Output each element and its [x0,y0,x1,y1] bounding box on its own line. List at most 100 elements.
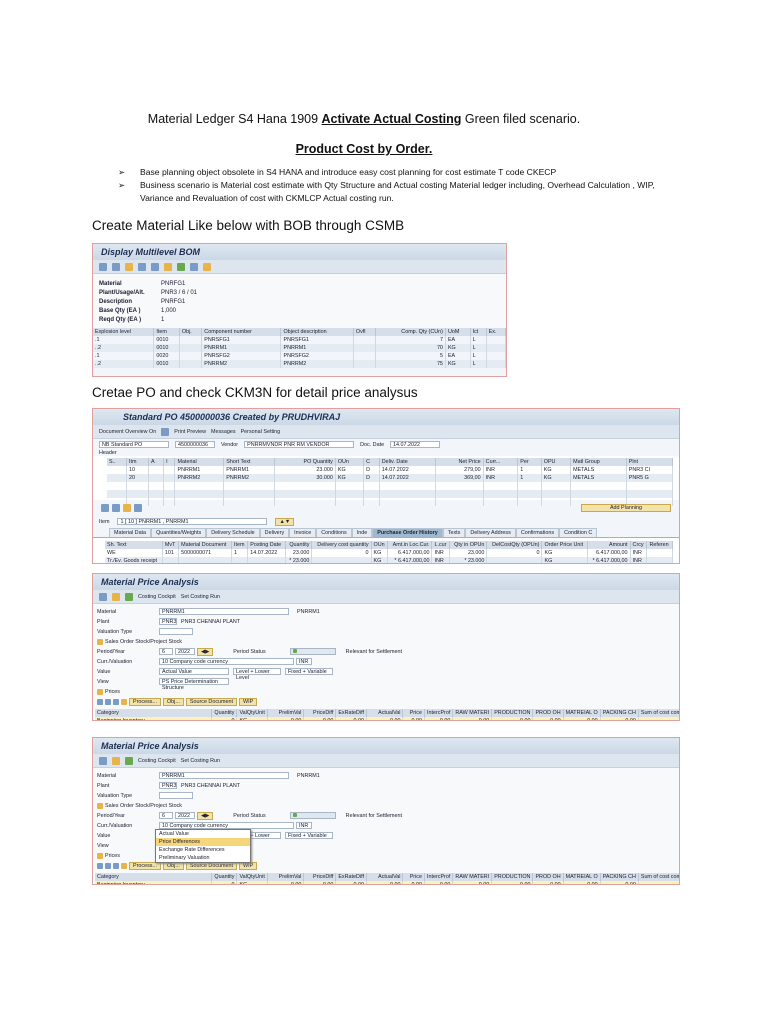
filter-icon[interactable] [99,262,107,271]
column-header[interactable]: Price [402,873,425,881]
column-header[interactable]: PrelimVal [267,873,305,881]
tab-item[interactable]: Conditions [316,528,352,537]
dropdown-option[interactable]: Actual Value [156,830,250,838]
column-header[interactable]: Plnt [626,458,674,466]
column-header[interactable]: Sum of cost components [638,709,679,717]
tab-item[interactable]: Quantities/Weights [151,528,207,537]
column-header[interactable]: RAW MATERI [452,709,493,717]
column-header[interactable]: ValQtyUnit [236,709,268,717]
column-header[interactable]: Amount [587,541,631,549]
add-planning-button[interactable]: Add Planning [581,504,671,512]
document-overview-button[interactable]: Document Overview On [99,429,156,435]
mpa-tool-button[interactable]: Obj... [162,697,184,706]
vendor-field[interactable]: PNRRMVNDR PNR RM VENDOR [244,441,355,448]
nav-icon[interactable] [203,262,211,271]
prev-period-button[interactable]: ◀▶ [197,647,214,656]
print-icon[interactable] [113,862,119,869]
table-row[interactable]: .1 0010 PNRSFG1 PNRSFG1 7 EA L [93,336,506,344]
dropdown-option[interactable]: Exchange Rate Differences [156,846,250,854]
table-row[interactable]: 10 PNRRM1 PNRRM1 23.000 KG D 14.07.2022 279,00 I… [107,466,674,474]
collapse-icon[interactable] [105,862,111,869]
table-row[interactable]: WE 101 5000000071 1 14.07.2022 23.000 0 KG 6.417… [105,549,673,557]
mpa-tool-button[interactable]: WIP [239,697,258,706]
item-select[interactable]: 1 [ 10 ] PNRRM1 , PNRRM1 [117,518,268,525]
column-header[interactable]: Comp. Qty (CUn) [375,328,446,336]
new-icon[interactable] [161,427,170,436]
table-row[interactable]: Beginning Inventory 0 KG 0,00 0,00 0,00 0,00 0,… [95,881,679,884]
column-header[interactable]: L.cur [431,541,451,549]
column-header[interactable]: Per [517,458,542,466]
costing-cockpit-button[interactable]: Costing Cockpit [138,758,176,764]
column-header[interactable]: IntercProf [424,873,454,881]
tab-item[interactable]: Delivery Schedule [206,528,260,537]
tab-item[interactable]: Delivery [259,528,290,537]
fixed-variable-select[interactable]: Fixed + Variable [285,832,333,839]
column-header[interactable]: OPU [541,458,572,466]
column-header[interactable]: MvT [162,541,180,549]
column-header[interactable]: ValQtyUnit [236,873,268,881]
dropdown-option[interactable]: Preliminary Valuation [156,854,250,862]
table-row[interactable]: ..2 0010 PNRRM1 PNRRM1 70 KG L [93,344,506,352]
prices-toggle[interactable]: Prices [105,853,120,859]
collapse-icon[interactable] [105,698,111,705]
sales-order-stock-toggle[interactable]: Sales Order Stock/Project Stock [105,803,182,809]
column-header[interactable]: Curr... [483,458,519,466]
tab-item[interactable]: Material Data [109,528,152,537]
column-header[interactable]: Matl Group [570,458,627,466]
sort-icon[interactable] [123,504,131,512]
column-header[interactable]: Obj. [179,328,203,336]
column-header[interactable]: Delivery cost quantity [311,541,372,549]
column-header[interactable]: Net Price [435,458,484,466]
set-costing-run-button[interactable]: Set Costing Run [181,594,220,600]
dropdown-option[interactable]: Price Differences [156,838,250,846]
value-select[interactable]: Actual Value [159,668,229,675]
column-header[interactable]: Sh. Text [105,541,163,549]
sales-order-stock-toggle[interactable]: Sales Order Stock/Project Stock [105,639,182,645]
export-icon[interactable] [177,262,185,271]
column-header[interactable]: ExRateDiff [335,709,367,717]
column-header[interactable]: Explosion level [93,328,155,336]
toggle-icon[interactable] [97,638,103,645]
table-row[interactable]: .1 0020 PNRSFG2 PNRSFG2 5 EA L [93,352,506,360]
tab-item[interactable]: Purchase Order History [372,528,443,537]
po-number-field[interactable]: 4500000036 [175,441,215,448]
column-header[interactable]: S.. [107,458,127,466]
prev-period-button[interactable]: ◀▶ [197,811,214,820]
expand-icon[interactable] [112,262,120,271]
column-header[interactable]: Price [402,709,425,717]
column-header[interactable]: Qty in OPUn [449,541,488,549]
table-row[interactable]: Beginning Inventory 0 KG 0,00 0,00 0,00 0,00 0,… [95,717,679,720]
details-icon[interactable] [101,504,109,512]
expand-icon[interactable] [97,862,103,869]
level-select[interactable]: Level + Lower Level [233,668,281,681]
copy-icon[interactable] [138,262,146,271]
column-header[interactable]: ExRateDiff [335,873,367,881]
doc-type-select[interactable]: NB Standard PO [99,441,169,448]
toggle-icon[interactable] [97,802,103,809]
print-icon[interactable] [113,698,119,705]
column-header[interactable]: PROD OH [532,873,564,881]
column-header[interactable]: Material [174,458,225,466]
column-header[interactable]: Ict [470,328,487,336]
fixed-variable-select[interactable]: Fixed + Variable [285,668,333,675]
column-header[interactable]: MATREIAL O [563,709,601,717]
column-header[interactable]: Material Document [178,541,232,549]
column-header[interactable]: PrelimVal [267,709,305,717]
column-header[interactable]: Component number [201,328,282,336]
column-header[interactable]: Sum of cost components [638,873,679,881]
column-header[interactable]: I [163,458,176,466]
plant-field[interactable]: PNR3 [159,618,177,625]
column-header[interactable]: ActualVal [366,873,404,881]
column-header[interactable]: Quantity [211,709,238,717]
column-header[interactable]: UoM [445,328,471,336]
column-header[interactable]: PO Quantity [274,458,336,466]
expand-icon[interactable] [97,698,103,705]
filter-icon[interactable] [134,504,142,512]
column-header[interactable]: Crcy [630,541,648,549]
save-icon[interactable] [125,592,133,601]
find-icon[interactable] [190,262,198,271]
column-header[interactable]: Ex. [486,328,506,336]
toggle-icon[interactable] [97,852,103,859]
prices-toggle[interactable]: Prices [105,689,120,695]
costing-cockpit-button[interactable]: Costing Cockpit [138,594,176,600]
